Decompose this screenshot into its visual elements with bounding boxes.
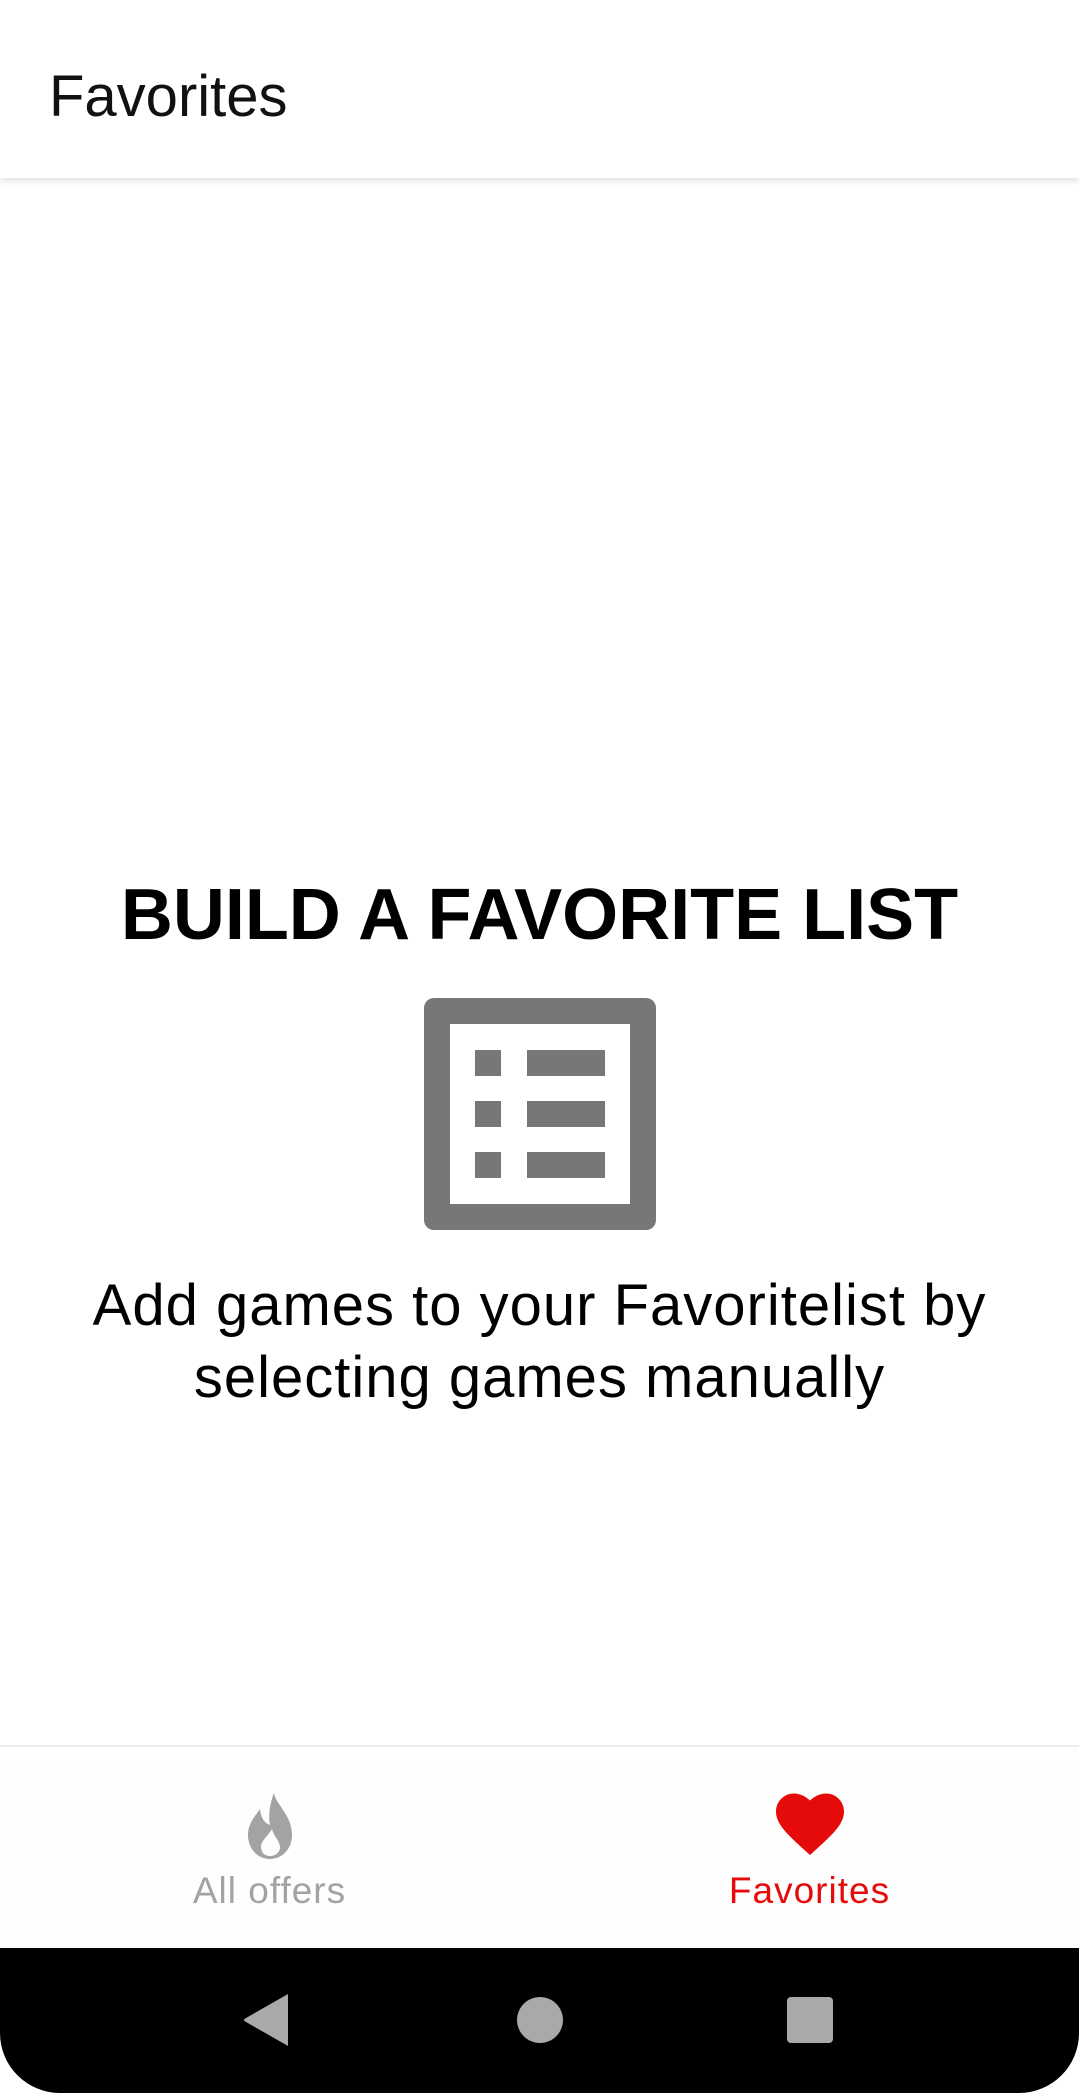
system-navigation-bar [0,1948,1079,2093]
app-bar: Favorites [0,0,1079,178]
recents-icon[interactable] [778,1988,842,2052]
home-icon[interactable] [508,1988,572,2052]
heart-icon [775,1793,844,1855]
nav-label-all-offers: All offers [192,1870,347,1911]
list-icon [424,998,656,1230]
empty-state-heading: BUILD A FAVORITE LIST [120,875,959,955]
page-title: Favorites [49,64,288,129]
nav-label-favorites: Favorites [728,1870,891,1911]
nav-tab-all-offers[interactable]: All offers [0,1747,539,1948]
bottom-navigation: All offers Favorites [0,1745,1079,1948]
nav-tab-favorites[interactable]: Favorites [540,1747,1079,1948]
favorites-content: BUILD A FAVORITE LIST [0,180,1079,1745]
empty-state-message: Add games to your Favoritelist by select… [92,1273,987,1410]
flame-icon [247,1793,292,1859]
back-icon[interactable] [236,1988,300,2052]
